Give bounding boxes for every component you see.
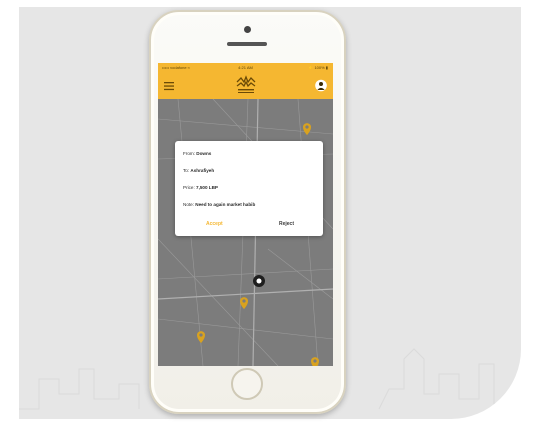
- earpiece-speaker: [227, 42, 267, 46]
- to-label: To:: [183, 168, 190, 173]
- map-pin-icon[interactable]: [311, 357, 319, 366]
- note-row: Note: Need to again market habib: [183, 202, 255, 207]
- accept-button[interactable]: Accept: [206, 221, 223, 227]
- to-value: Ashrafiyeh: [190, 168, 215, 173]
- trip-request-dialog: From: Downs To: Ashrafiyeh Price: 7,500 …: [175, 141, 323, 236]
- reject-button[interactable]: Reject: [279, 221, 294, 227]
- phone-screen: ••••• vodafone ≈ 4:21 AM ⚡ 100% ▮ From: …: [158, 63, 333, 366]
- note-label: Note:: [183, 202, 194, 207]
- price-value: 7,500 LBP: [196, 185, 218, 190]
- from-value: Downs: [196, 151, 212, 156]
- status-time: 4:21 AM: [238, 65, 253, 70]
- from-label: From:: [183, 151, 195, 156]
- battery-indicator: ⚡ 100% ▮: [308, 65, 328, 70]
- home-button[interactable]: [231, 368, 263, 400]
- note-value: Need to again market habib: [195, 202, 256, 207]
- app-header: [158, 73, 333, 99]
- to-row: To: Ashrafiyeh: [183, 168, 214, 173]
- from-row: From: Downs: [183, 151, 211, 156]
- phone-frame: ••••• vodafone ≈ 4:21 AM ⚡ 100% ▮ From: …: [149, 10, 346, 414]
- crown-logo-icon: [236, 75, 256, 93]
- price-label: Price:: [183, 185, 195, 190]
- front-camera: [244, 26, 251, 33]
- price-row: Price: 7,500 LBP: [183, 185, 218, 190]
- hamburger-menu-icon[interactable]: [164, 81, 174, 91]
- status-bar: ••••• vodafone ≈ 4:21 AM ⚡ 100% ▮: [158, 63, 333, 73]
- user-avatar-icon[interactable]: [315, 79, 327, 92]
- current-location-icon: [253, 275, 265, 287]
